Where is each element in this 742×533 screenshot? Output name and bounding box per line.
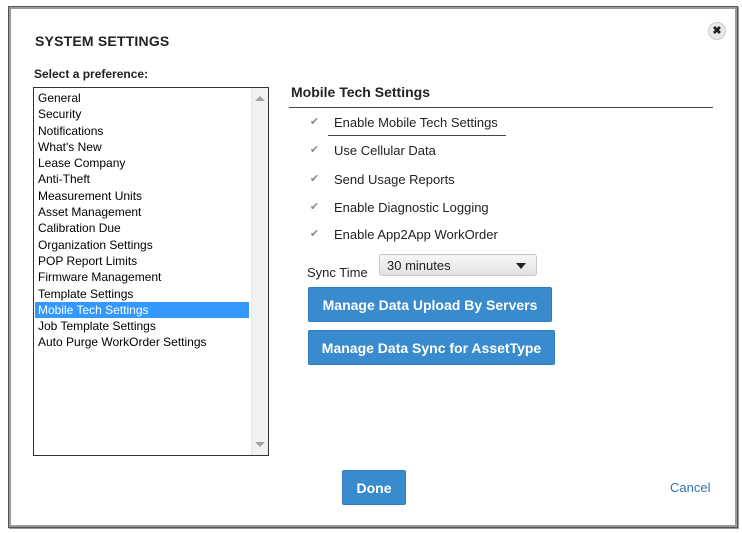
preference-item[interactable]: Anti-Theft [35,171,249,187]
preference-items: General Security Notifications What's New Le… [35,90,249,351]
preference-item[interactable]: General [35,90,249,106]
preference-item[interactable]: What's New [35,139,249,155]
done-button[interactable]: Done [342,470,406,505]
checkbox-label: Enable Mobile Tech Settings [334,114,498,130]
preference-item[interactable]: Security [35,106,249,122]
checkbox-label: Enable App2App WorkOrder [334,226,498,242]
preference-item[interactable]: Job Template Settings [35,318,249,334]
preference-item[interactable]: Mobile Tech Settings [35,301,249,319]
checkbox-label: Use Cellular Data [334,142,436,158]
preference-item[interactable]: Template Settings [35,286,249,302]
sync-time-label: Sync Time [307,265,368,280]
checkbox-use-cellular-data[interactable]: ✔ Use Cellular Data [308,141,436,159]
preference-item[interactable]: Notifications [35,123,249,139]
close-button[interactable]: ✖ [708,22,726,40]
checkmark-icon[interactable]: ✔ [308,116,321,129]
preference-item[interactable]: POP Report Limits [35,253,249,269]
manage-data-sync-button[interactable]: Manage Data Sync for AssetType [308,330,555,365]
section-title: Mobile Tech Settings [291,84,430,100]
preference-list[interactable]: General Security Notifications What's New Le… [33,87,269,456]
checkbox-enable-app2app-workorder[interactable]: ✔ Enable App2App WorkOrder [308,225,498,243]
checkmark-icon[interactable]: ✔ [308,201,321,214]
section-divider [289,107,713,108]
preference-item[interactable]: Firmware Management [35,269,249,285]
preference-item[interactable]: Auto Purge WorkOrder Settings [35,334,249,350]
preference-item[interactable]: Calibration Due [35,220,249,236]
close-icon: ✖ [712,24,722,37]
system-settings-dialog: SYSTEM SETTINGS ✖ Select a preference: G… [8,6,738,528]
dialog-title: SYSTEM SETTINGS [35,33,170,49]
cancel-link[interactable]: Cancel [670,480,710,495]
preference-item[interactable]: Lease Company [35,155,249,171]
sync-time-select[interactable]: 30 minutes [379,254,537,276]
preference-item[interactable]: Measurement Units [35,188,249,204]
preference-item[interactable]: Organization Settings [35,237,249,253]
preference-item[interactable]: Asset Management [35,204,249,220]
preference-list-label: Select a preference: [34,67,149,81]
preference-list-scrollbar[interactable] [251,88,268,455]
chevron-down-icon [516,263,526,269]
checkmark-icon[interactable]: ✔ [308,144,321,157]
scroll-up-icon[interactable] [255,96,265,101]
checkbox-enable-mobile-tech[interactable]: ✔ Enable Mobile Tech Settings [308,113,498,131]
checkbox-label: Enable Diagnostic Logging [334,199,489,215]
checkbox-enable-diagnostic-logging[interactable]: ✔ Enable Diagnostic Logging [308,198,489,216]
checkmark-icon[interactable]: ✔ [308,228,321,241]
scroll-down-icon[interactable] [255,442,265,447]
checkmark-icon[interactable]: ✔ [308,173,321,186]
focus-underline [328,135,506,136]
checkbox-label: Send Usage Reports [334,171,455,187]
manage-data-upload-button[interactable]: Manage Data Upload By Servers [308,287,552,322]
checkbox-send-usage-reports[interactable]: ✔ Send Usage Reports [308,170,455,188]
sync-time-value: 30 minutes [387,257,451,273]
